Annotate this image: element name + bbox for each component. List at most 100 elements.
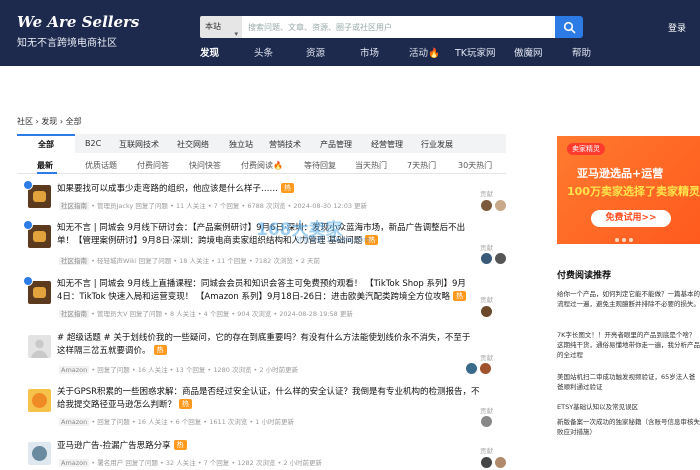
tab-all[interactable]: 全部	[17, 134, 75, 153]
post-meta: 社区指南 • 管理员Jacky 回复了问题 • 11 人关注 • 7 个回复 •…	[59, 200, 367, 210]
search-input[interactable]	[242, 16, 555, 38]
post-meta-text: • 回复了问题 • 16 人关注 • 6 个回复 • 1611 次浏览 • 1 …	[91, 418, 294, 426]
post-title[interactable]: 亚马逊广告-捡漏广告思路分享热	[57, 440, 457, 453]
sidebar-article[interactable]: 给你一个产品，如何判定它能不能做？一篇基本的流程过一遍，避免主观臆断并排除不必要…	[557, 289, 700, 321]
contributor-avatar[interactable]	[481, 457, 492, 468]
login-link[interactable]: 登录	[668, 21, 686, 34]
search-category-select[interactable]: 本站 ▾	[200, 16, 242, 38]
avatar[interactable]	[28, 335, 51, 358]
post-title[interactable]: 知无不言 | 同城会 9月线下研讨会：【产品案例研讨】9月6日·深圳：发现小众蓝…	[57, 222, 471, 248]
nav-item-events[interactable]: 活动🔥	[409, 45, 440, 59]
nav-item-headlines[interactable]: 头条	[254, 45, 273, 59]
nav-item-market[interactable]: 市场	[360, 45, 379, 59]
tab-industry[interactable]: 行业发展	[421, 139, 453, 150]
post-meta: Amazon • 回复了问题 • 16 人关注 • 13 个回复 • 1280 …	[59, 364, 298, 374]
post-title-text: 关于GPSR积累的一些困惑求解：商品是否经过安全认证，什么样的安全认证？我倒是有…	[57, 387, 480, 410]
contributor-avatar[interactable]	[495, 253, 506, 264]
carousel-dot[interactable]	[622, 238, 626, 242]
post-title[interactable]: 如果要找可以成事少走弯路的组织，他应该是什么样子…… 热	[57, 183, 457, 196]
search-category-label: 本站	[205, 22, 221, 31]
topic-tag[interactable]: Amazon	[59, 418, 90, 426]
post-meta: 社区指南 • 管理员大V 回复了问题 • 8 人关注 • 4 个回复 • 904…	[59, 308, 353, 318]
hot-badge: 热	[453, 291, 467, 301]
topic-tag[interactable]: 社区指南	[59, 310, 89, 318]
post-title[interactable]: # 超级话题 # 关于划线价我的一些疑问，它的存在到底重要吗？有没有什么方法能使…	[57, 332, 471, 358]
post-title[interactable]: 知无不言 | 同城会 9月线上直播课程：同城会会员和知识会答主可免费预约观看！ …	[57, 278, 471, 304]
filter-paid-qa[interactable]: 付费问答	[137, 160, 169, 171]
topic-tag[interactable]: 社区指南	[59, 202, 89, 210]
post-meta-text: • 管理员大V 回复了问题 • 8 人关注 • 4 个回复 • 904 次浏览 …	[91, 310, 353, 318]
tab-social[interactable]: 社交网络	[177, 139, 209, 150]
nav-item-aomo[interactable]: 傲魔网	[514, 45, 543, 59]
avatar-image	[33, 191, 46, 202]
hot-badge: 热	[179, 399, 193, 409]
avatar-image	[32, 446, 47, 461]
contributor-avatar[interactable]	[481, 200, 492, 211]
topic-tag[interactable]: 社区指南	[59, 257, 89, 265]
post-meta: Amazon • 署名用户 回复了问题 • 32 人关注 • 7 个回复 • 1…	[59, 457, 322, 467]
active-tab-underline	[37, 172, 57, 174]
breadcrumb[interactable]: 社区 › 发现 › 全部	[17, 116, 82, 127]
sidebar-article[interactable]: 美国站机扫二审成功触发视频验证，65岁法人爸爸顺利通过验证	[557, 372, 700, 394]
site-logo[interactable]: We Are Sellers	[17, 13, 139, 31]
fire-icon: 🔥	[428, 48, 440, 59]
post-item: # 超级话题 # 关于划线价我的一些疑问，它的存在到底重要吗？有没有什么方法能使…	[28, 332, 506, 376]
sidebar-article[interactable]: 7K字长图文！！开亮者眼里的产品到底是个啥？这期纯干货，通俗易懂地带你走一遍，我…	[557, 330, 700, 362]
nav-item-help[interactable]: 帮助	[572, 45, 591, 59]
main-nav: 发现 头条 资源 市场 活动🔥 TK玩家网 傲魔网 帮助	[200, 45, 700, 59]
post-meta-text: • 管理员Jacky 回复了问题 • 11 人关注 • 7 个回复 • 6788…	[91, 202, 368, 210]
tab-b2c[interactable]: B2C	[85, 139, 101, 148]
contributors-label: 贡献	[480, 244, 493, 252]
filter-7day-hot[interactable]: 7天热门	[407, 160, 436, 171]
tab-internet-tech[interactable]: 互联网技术	[119, 139, 159, 150]
nav-item-discover[interactable]: 发现	[200, 45, 219, 59]
tab-product-mgmt[interactable]: 产品管理	[320, 139, 352, 150]
post-title[interactable]: 关于GPSR积累的一些困惑求解：商品是否经过安全认证，什么样的安全认证？我倒是有…	[57, 386, 482, 412]
topic-tag[interactable]: Amazon	[59, 366, 90, 374]
category-tabs: 全部 B2C 互联网技术 社交网络 独立站 营销技术 产品管理 经营管理 行业发…	[17, 134, 506, 153]
top-header: We Are Sellers 知无不言跨境电商社区 本站 ▾ 登录 发现 头条 …	[0, 0, 700, 66]
post-title-text: 知无不言 | 同城会 9月线下研讨会：【产品案例研讨】9月6日·深圳：发现小众蓝…	[57, 223, 466, 246]
search-button[interactable]	[555, 16, 583, 38]
contributors-label: 贡献	[480, 296, 493, 304]
filter-waiting[interactable]: 等待回复	[304, 160, 336, 171]
carousel-dot[interactable]	[629, 238, 633, 242]
post-meta: 社区指南 • 轻轻城声Wiki 回复了问题 • 18 人关注 • 11 个回复 …	[59, 255, 320, 265]
free-trial-button[interactable]: 免费试用>>	[591, 210, 671, 227]
ad-banner[interactable]: 卖家精灵 亚马逊选品+运营 100万卖家选择了卖家精灵 免费试用>>	[557, 136, 700, 244]
contributors-label: 贡献	[480, 447, 493, 455]
filter-quality[interactable]: 优质话题	[85, 160, 117, 171]
contributor-avatar[interactable]	[481, 306, 492, 317]
post-item: 关于GPSR积累的一些困惑求解：商品是否经过安全认证，什么样的安全认证？我倒是有…	[28, 386, 506, 430]
filter-30day-hot[interactable]: 30天热门	[458, 160, 492, 171]
post-title-text: 如果要找可以成事少走弯路的组织，他应该是什么样子……	[57, 184, 279, 194]
filter-tabs: 最新 优质话题 付费问答 快问快答 付费阅读🔥 等待回复 当天热门 7天热门 3…	[17, 158, 506, 174]
contributor-avatar[interactable]	[495, 200, 506, 211]
post-title-text: 亚马逊广告-捡漏广告思路分享	[57, 441, 171, 451]
avatar[interactable]	[28, 389, 51, 412]
contributor-avatar[interactable]	[480, 363, 491, 374]
filter-today-hot[interactable]: 当天热门	[355, 160, 387, 171]
sidebar-article[interactable]: ETSY基础认知以及常见误区	[557, 402, 700, 413]
avatar-image	[33, 231, 46, 242]
filter-paid-read[interactable]: 付费阅读🔥	[241, 160, 283, 171]
post-meta-text: • 轻轻城声Wiki 回复了问题 • 18 人关注 • 11 个回复 • 718…	[91, 257, 321, 265]
carousel-dots[interactable]	[615, 235, 636, 244]
topic-tag[interactable]: Amazon	[59, 459, 90, 467]
contributor-avatar[interactable]	[466, 363, 477, 374]
sidebar-article[interactable]: 新版备案一次成功的独家秘籍（含账号信息审核失败应对措施）	[557, 417, 700, 439]
contributor-avatar[interactable]	[481, 416, 492, 427]
tab-marketing-tech[interactable]: 营销技术	[269, 139, 301, 150]
avatar[interactable]	[28, 442, 51, 465]
tab-independent-site[interactable]: 独立站	[229, 139, 253, 150]
filter-quick-qa[interactable]: 快问快答	[189, 160, 221, 171]
contributor-avatar[interactable]	[495, 457, 506, 468]
avatar-image	[32, 393, 47, 408]
nav-item-tk[interactable]: TK玩家网	[455, 45, 496, 59]
post-meta: Amazon • 回复了问题 • 16 人关注 • 6 个回复 • 1611 次…	[59, 416, 294, 426]
tab-business-mgmt[interactable]: 经营管理	[371, 139, 403, 150]
contributor-avatar[interactable]	[481, 253, 492, 264]
filter-latest[interactable]: 最新	[37, 160, 53, 171]
nav-item-resources[interactable]: 资源	[306, 45, 325, 59]
carousel-dot[interactable]	[615, 238, 619, 242]
